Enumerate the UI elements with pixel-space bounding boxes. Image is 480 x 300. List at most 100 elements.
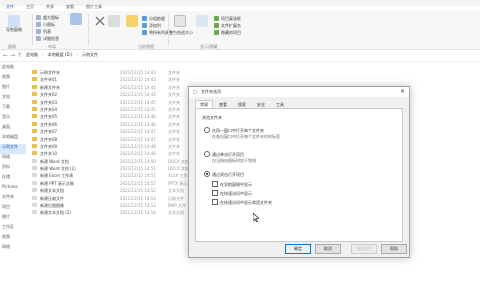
breadcrumb-item[interactable]: 此电脑 bbox=[26, 52, 38, 57]
group-by-button[interactable] bbox=[126, 15, 138, 27]
nav-item[interactable]: 项目 bbox=[0, 204, 26, 214]
nav-item[interactable]: 桌面 bbox=[0, 124, 26, 134]
apply-button[interactable]: 应用(A) bbox=[351, 244, 377, 254]
option-single-click[interactable]: 通过单击打开项目 bbox=[204, 151, 244, 157]
file-date: 2021/12/15 14:48 bbox=[120, 151, 156, 157]
file-row[interactable]: 文件夹03 2021/12/15 14:45 文件夹 bbox=[28, 99, 188, 106]
file-row[interactable]: 文件夹07 2021/12/15 14:47 文件夹 bbox=[28, 128, 188, 135]
nav-item[interactable]: 此电脑 bbox=[0, 64, 26, 74]
file-row[interactable]: 文件夹10 2021/12/15 14:48 文件夹 bbox=[28, 150, 188, 157]
option-double-click[interactable]: 通过双击打开项目 bbox=[204, 171, 244, 177]
layout-gallery[interactable] bbox=[70, 13, 82, 25]
file-icon bbox=[32, 166, 37, 171]
list-icon bbox=[36, 29, 41, 34]
checkbox-show-nav[interactable]: 在导航窗格中显示 bbox=[212, 181, 252, 187]
nav-pane-label: 导航窗格 bbox=[6, 27, 22, 32]
nav-item[interactable]: 下载 bbox=[0, 104, 26, 114]
checkbox-frequent-folders[interactable]: 在快速访问中显示常用文件夹 bbox=[212, 199, 272, 205]
nav-item[interactable]: 示例文件 bbox=[0, 144, 26, 154]
nav-item[interactable]: 文档 bbox=[0, 94, 26, 104]
nav-pane-button[interactable]: 导航窗格 bbox=[6, 15, 22, 32]
chevron-right-icon: › bbox=[76, 52, 79, 57]
tab-picture-tools[interactable]: 图片工具 bbox=[80, 3, 108, 11]
tab-home[interactable]: 主页 bbox=[20, 3, 40, 11]
tab-view[interactable]: 查看 bbox=[60, 3, 80, 11]
nav-item[interactable]: 本地磁盘 bbox=[0, 134, 26, 144]
up-arrow-icon[interactable]: ↑ bbox=[17, 52, 22, 59]
file-type: 文件夹 bbox=[168, 129, 180, 135]
ok-button[interactable]: 确定 bbox=[285, 244, 311, 254]
mouse-cursor-icon bbox=[253, 213, 259, 222]
file-row[interactable]: 新建 PPT 演示文稿 2021/12/15 14:52 PPTX 演示文稿 bbox=[28, 180, 195, 187]
option-label: 在同一窗口中打开每个文件夹 bbox=[212, 127, 264, 133]
file-row[interactable]: 新建 Excel 工作表 2021/12/15 14:51 XLSX 工作表 bbox=[28, 172, 192, 179]
current-view-group-by[interactable]: 分组依据 bbox=[142, 16, 165, 21]
back-arrow-icon[interactable]: ← bbox=[3, 52, 8, 59]
option-same-window[interactable]: 在同一窗口中打开每个文件夹 bbox=[204, 127, 264, 133]
folder-icon bbox=[32, 151, 37, 156]
checkbox-icon bbox=[212, 199, 218, 205]
file-row[interactable]: 新建位图图像 2021/12/15 14:53 BMP 文件 bbox=[28, 202, 188, 209]
nav-item[interactable]: 图片 bbox=[0, 214, 26, 224]
navigation-pane: 此电脑 视频 图片 文档 下载 音乐 桌面 本地磁盘 示例文件 网络 资料 存储 Pictures 文件夹… bbox=[0, 64, 26, 300]
show-item-checkboxes[interactable]: 项目复选框 bbox=[214, 16, 241, 21]
checkbox-quick-access[interactable]: 在快速访问中显示 bbox=[212, 190, 252, 196]
file-name: 示例文件夹 bbox=[40, 70, 60, 75]
file-row[interactable]: 文件夹02 2021/12/15 14:44 文件夹 bbox=[28, 91, 188, 98]
ribbon-separator bbox=[32, 14, 33, 46]
checkbox-icon bbox=[212, 190, 218, 196]
item-checkbox-button[interactable] bbox=[174, 15, 186, 27]
breadcrumb-item[interactable]: 本地磁盘 (D:) bbox=[48, 52, 73, 57]
nav-item[interactable]: 存储 bbox=[0, 174, 26, 184]
show-hidden-items[interactable]: 隐藏的项目 bbox=[214, 30, 241, 35]
nav-item[interactable]: 视频 bbox=[0, 74, 26, 84]
layout-option-details[interactable]: 详细信息 bbox=[36, 36, 59, 41]
file-row[interactable]: 文件夹06 2021/12/15 14:46 文件夹 bbox=[28, 121, 188, 128]
file-type: 文件夹 bbox=[168, 99, 180, 105]
file-row[interactable]: 文件夹01 2021/12/15 14:43 文件夹 bbox=[28, 76, 188, 83]
breadcrumb-item[interactable]: 示例文件 bbox=[82, 52, 98, 57]
nav-item[interactable]: 工作区 bbox=[0, 224, 26, 234]
file-type: BMP 文件 bbox=[168, 203, 186, 209]
file-row[interactable]: 新建 Word 文档 (2) 2021/12/15 14:51 DOCX 文档 bbox=[28, 165, 190, 172]
nav-item[interactable]: 网络 bbox=[0, 244, 26, 254]
hide-selected-button[interactable] bbox=[196, 15, 208, 27]
radio-selected-icon bbox=[204, 171, 210, 177]
nav-item[interactable]: 网络 bbox=[0, 154, 26, 164]
help-button[interactable]: 帮助 bbox=[381, 244, 407, 254]
cancel-button[interactable]: 取消 bbox=[315, 244, 341, 254]
small-icons-icon bbox=[36, 22, 41, 27]
file-row[interactable]: 新建文件夹 2021/12/15 14:44 文件夹 bbox=[28, 84, 188, 91]
close-icon[interactable]: ✕ bbox=[400, 88, 405, 95]
file-type: 文件夹 bbox=[168, 70, 180, 75]
layout-option-list[interactable]: 列表 bbox=[36, 29, 51, 34]
nav-item[interactable]: 视频 bbox=[0, 234, 26, 244]
current-view-add-column[interactable]: 添加列 bbox=[142, 23, 161, 28]
file-row[interactable]: 文件夹04 2021/12/15 14:45 文件夹 bbox=[28, 106, 188, 113]
sort-button[interactable] bbox=[94, 15, 106, 27]
nav-item[interactable]: Pictures bbox=[0, 184, 26, 194]
layout-option-xl[interactable]: 超大图标 bbox=[36, 15, 59, 20]
nav-item[interactable]: 文件夹 bbox=[0, 194, 26, 204]
file-type: DOCX 文档 bbox=[168, 166, 190, 172]
file-row[interactable]: 示例文件夹 2021/12/15 14:43 文件夹 bbox=[28, 69, 188, 76]
layout-option-small[interactable]: 小图标 bbox=[36, 22, 55, 27]
sort-by-button[interactable] bbox=[108, 15, 120, 27]
nav-item[interactable]: 图片 bbox=[0, 84, 26, 94]
file-type: 文件夹 bbox=[168, 106, 180, 112]
file-row[interactable]: 新建文本文档 2021/12/15 14:52 文本文档 bbox=[28, 187, 188, 194]
file-icon bbox=[32, 203, 37, 208]
file-row[interactable]: 文件夹08 2021/12/15 14:47 文件夹 bbox=[28, 136, 188, 143]
tab-file[interactable]: 文件 bbox=[0, 3, 20, 11]
file-row[interactable]: 新建压缩文件 2021/12/15 14:53 压缩文件 bbox=[28, 195, 188, 202]
forward-arrow-icon[interactable]: → bbox=[10, 52, 15, 59]
file-row[interactable]: 文件夹05 2021/12/15 14:46 文件夹 bbox=[28, 113, 188, 120]
show-file-extensions[interactable]: 文件扩展名 bbox=[214, 23, 241, 28]
nav-item[interactable]: 音乐 bbox=[0, 114, 26, 124]
breadcrumb[interactable]: 此电脑 › 本地磁盘 (D:) › 示例文件 bbox=[26, 52, 98, 57]
file-row[interactable]: 文件夹09 2021/12/15 14:48 文件夹 bbox=[28, 143, 188, 150]
nav-item[interactable]: 资料 bbox=[0, 164, 26, 174]
tab-share[interactable]: 共享 bbox=[40, 3, 60, 11]
file-row[interactable]: 新建文本文档 (2) 2021/12/15 14:54 文本文档 bbox=[28, 209, 188, 216]
file-row[interactable]: 新建 Word 文档 2021/12/15 14:50 DOCX 文档 bbox=[28, 158, 189, 165]
